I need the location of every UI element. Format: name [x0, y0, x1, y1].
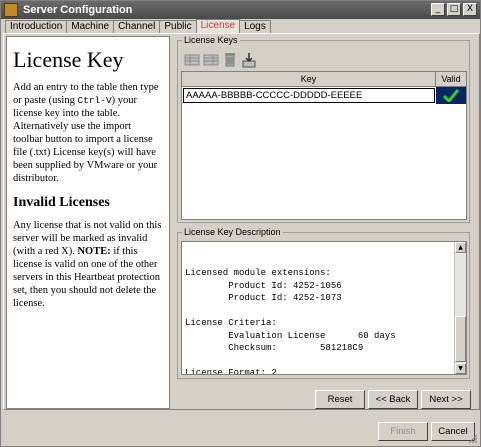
tab-public[interactable]: Public [159, 20, 197, 33]
check-icon [443, 89, 459, 102]
edit-row-icon[interactable] [202, 51, 219, 68]
tab-introduction[interactable]: Introduction [5, 20, 68, 33]
table-row[interactable]: AAAAA-BBBBB-CCCCC-DDDDD-EEEEE [182, 87, 466, 104]
delete-icon[interactable] [221, 51, 238, 68]
import-icon[interactable] [240, 51, 257, 68]
help-pane: License Key Add an entry to the table th… [6, 36, 170, 409]
valid-cell [436, 87, 466, 104]
help-p1-shortcut: Ctrl-V [77, 95, 112, 106]
window-controls: _ □ X [431, 3, 477, 16]
finish-button[interactable]: Finish [378, 422, 428, 441]
tab-bar: Introduction Machine Channel Public Lice… [5, 19, 271, 33]
help-p1-text-b: ) your license key into the table. Alter… [13, 95, 158, 184]
license-description-text: Licensed module extensions: Product Id: … [185, 268, 396, 375]
minimize-button[interactable]: _ [431, 3, 445, 16]
server-configuration-window: Server Configuration _ □ X Introduction … [0, 0, 481, 447]
license-keys-table: Key Valid AAAAA-BBBBB-CCCCC-DDDDD-EEEEE [181, 71, 467, 220]
maximize-button[interactable]: □ [447, 3, 461, 16]
help-paragraph-1: Add an entry to the table then type or p… [13, 81, 163, 185]
resize-grip-icon[interactable] [468, 434, 478, 444]
scroll-down-arrow-icon[interactable]: ▼ [455, 363, 466, 374]
window-title: Server Configuration [23, 4, 133, 16]
tab-machine[interactable]: Machine [66, 20, 115, 33]
scroll-thumb[interactable] [455, 316, 466, 362]
scroll-up-arrow-icon[interactable]: ▲ [455, 242, 466, 253]
back-button[interactable]: << Back [368, 390, 418, 409]
add-row-icon[interactable] [183, 51, 200, 68]
help-title: License Key [13, 47, 124, 72]
help-p2-note: NOTE: [77, 246, 111, 257]
reset-button[interactable]: Reset [315, 390, 365, 409]
license-keys-group-label: License Keys [182, 35, 240, 45]
key-cell[interactable]: AAAAA-BBBBB-CCCCC-DDDDD-EEEEE [182, 87, 436, 104]
description-group-label: License Key Description [182, 227, 283, 237]
license-key-input[interactable]: AAAAA-BBBBB-CCCCC-DDDDD-EEEEE [183, 88, 435, 103]
tab-logs[interactable]: Logs [239, 20, 271, 33]
license-key-description-group: License Key Description Licensed module … [177, 227, 470, 379]
vertical-scrollbar[interactable]: ▲ ▼ [454, 242, 466, 374]
title-bar: Server Configuration _ □ X [1, 1, 480, 19]
help-heading-invalid-licenses: Invalid Licenses [13, 195, 110, 210]
license-description-textarea[interactable]: Licensed module extensions: Product Id: … [181, 241, 467, 375]
column-header-key[interactable]: Key [182, 72, 436, 86]
license-keys-toolbar [183, 51, 257, 68]
app-icon [4, 3, 18, 17]
help-paragraph-2: Any license that is not valid on this se… [13, 219, 163, 310]
tab-channel[interactable]: Channel [113, 20, 161, 33]
tab-license[interactable]: License [195, 19, 241, 33]
close-button[interactable]: X [463, 3, 477, 16]
license-keys-group: License Keys Key Valid AAAAA-BBBBB-CCCCC… [177, 35, 470, 223]
column-header-valid[interactable]: Valid [436, 72, 466, 86]
table-header: Key Valid [182, 72, 466, 87]
next-button[interactable]: Next >> [421, 390, 471, 409]
